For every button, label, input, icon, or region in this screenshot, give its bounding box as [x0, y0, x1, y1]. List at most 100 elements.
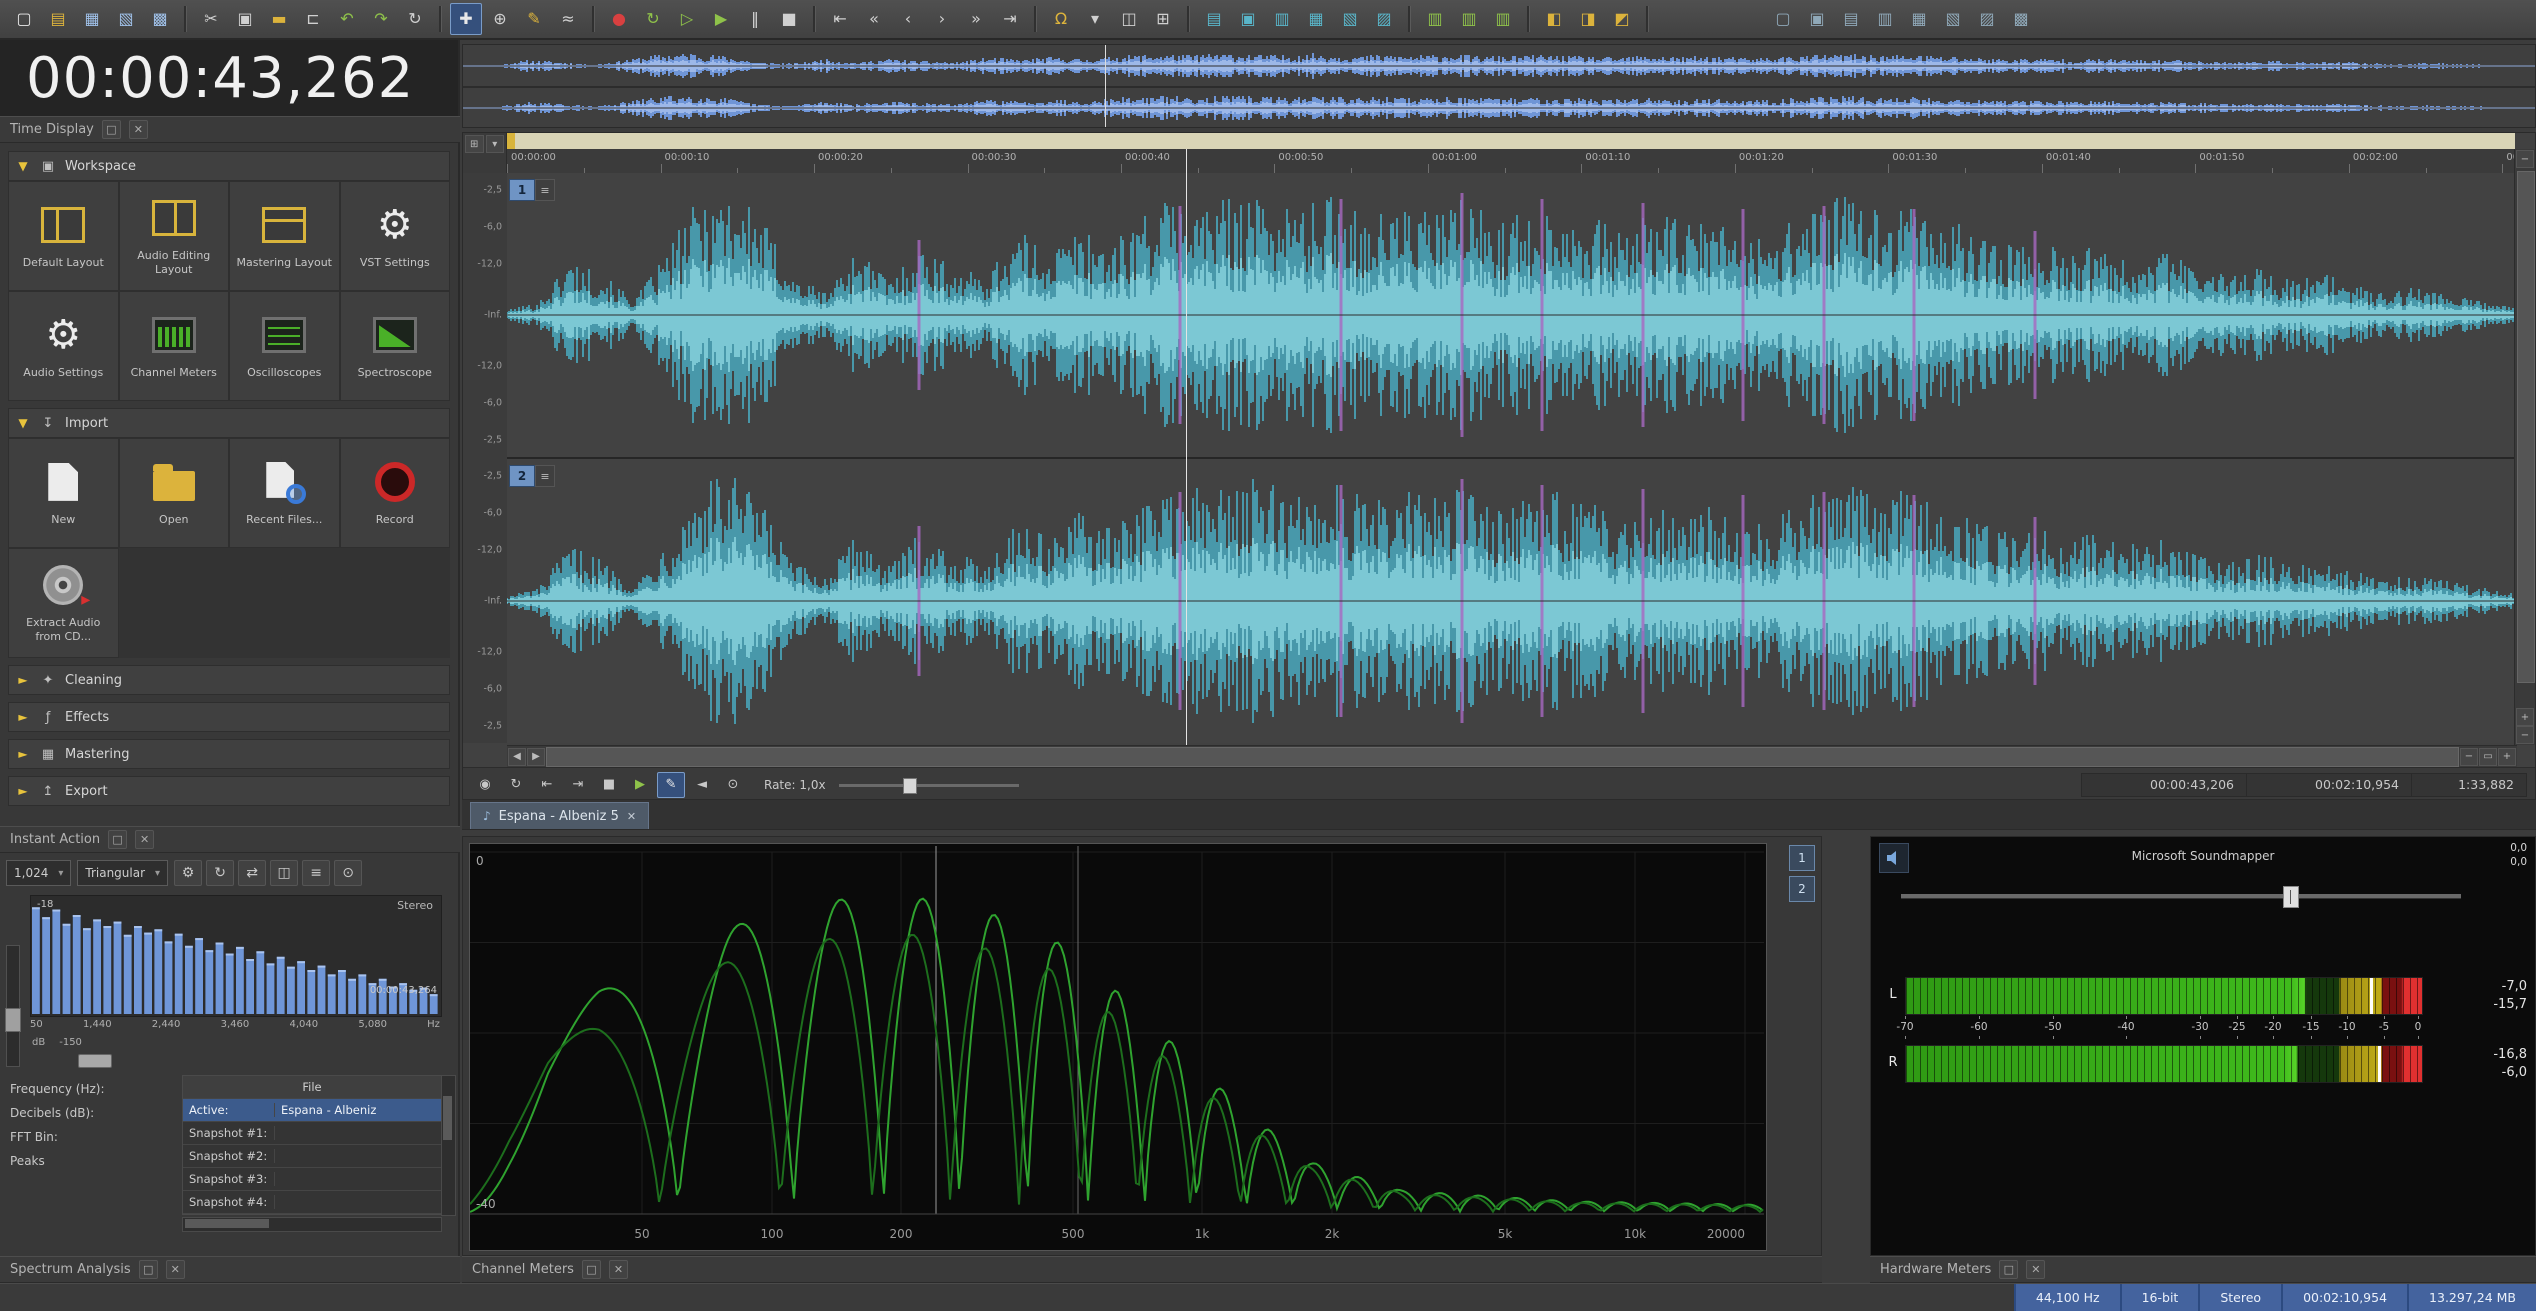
action-oscilloscopes[interactable]: Oscilloscopes	[229, 291, 340, 401]
hardware-meters-toggle-icon[interactable]: ▥	[1487, 3, 1519, 35]
table-row[interactable]: Snapshot #1:	[183, 1122, 441, 1145]
undo-icon[interactable]: ↶	[331, 3, 363, 35]
explorer-window-icon[interactable]: ▨	[1368, 3, 1400, 35]
float-panel-icon[interactable]: □	[101, 120, 121, 139]
play-all-icon[interactable]: ▷	[671, 3, 703, 35]
magnify-tool-icon[interactable]: ⊕	[484, 3, 516, 35]
action-extract-audio-from-cd-[interactable]: Extract Audio from CD...	[8, 548, 119, 658]
loop-region-bar[interactable]	[507, 133, 2515, 150]
section-header-effects[interactable]: ► ƒ Effects	[8, 702, 450, 732]
ruler-options-icon[interactable]: ⊞	[465, 135, 484, 153]
trim-icon[interactable]: ⊏	[297, 3, 329, 35]
time-display-window-icon[interactable]: ◧	[1538, 3, 1570, 35]
horizontal-scroll-thumb[interactable]	[546, 746, 2459, 767]
transport-monitor-icon[interactable]: ◄	[688, 772, 716, 798]
step-back-icon[interactable]: ‹	[892, 3, 924, 35]
table-row[interactable]: Snapshot #4:	[183, 1191, 441, 1214]
scrollbar-thumb[interactable]	[443, 1096, 452, 1140]
envelope-tool-icon[interactable]: ≈	[552, 3, 584, 35]
snapshot-table-scrollbar[interactable]	[441, 1075, 456, 1216]
record-icon[interactable]: ●	[603, 3, 635, 35]
spectrum-window-icon[interactable]: ◩	[1606, 3, 1638, 35]
zoom-window-icon[interactable]: ▭	[2479, 747, 2497, 766]
transport-go-to-end-icon[interactable]: ⇥	[564, 772, 592, 798]
dock-window-1-icon[interactable]: ▢	[1767, 3, 1799, 35]
go-to-end-icon[interactable]: ⇥	[994, 3, 1026, 35]
close-panel-icon[interactable]: ✕	[128, 120, 148, 139]
dock-window-4-icon[interactable]: ▥	[1869, 3, 1901, 35]
table-row[interactable]: Snapshot #3:	[183, 1168, 441, 1191]
close-panel-icon[interactable]: ✕	[2026, 1260, 2046, 1279]
record-meters-icon[interactable]: ▥	[1453, 3, 1485, 35]
pause-icon[interactable]: ‖	[739, 3, 771, 35]
expand-arrow-icon[interactable]: ►	[15, 747, 31, 761]
channel-2-waveform[interactable]: 2 ≡	[507, 459, 2517, 743]
menu-icon[interactable]: ≡	[302, 860, 331, 886]
snapshot-table-hscrollbar[interactable]	[182, 1217, 442, 1232]
spectrum-vertical-slider[interactable]	[5, 945, 21, 1067]
go-to-start-icon[interactable]: ⇤	[824, 3, 856, 35]
transport-record-icon[interactable]: ◉	[471, 772, 499, 798]
time-display-panel-tab[interactable]: Time Display □ ✕	[0, 116, 460, 143]
hold-icon[interactable]: ⊙	[334, 860, 363, 886]
close-panel-icon[interactable]: ✕	[135, 830, 155, 849]
collapse-arrow-icon[interactable]: ▼	[15, 416, 31, 430]
float-panel-icon[interactable]: □	[581, 1260, 601, 1279]
copy-icon[interactable]: ▣	[229, 3, 261, 35]
float-panel-icon[interactable]: □	[108, 830, 128, 849]
save-all-icon[interactable]: ▩	[144, 3, 176, 35]
transport-stop-icon[interactable]: ■	[595, 772, 623, 798]
instant-action-panel-tab[interactable]: Instant Action □ ✕	[0, 826, 460, 853]
section-header-cleaning[interactable]: ► ✦ Cleaning	[8, 665, 450, 695]
video-window-icon[interactable]: ▣	[1232, 3, 1264, 35]
document-tab[interactable]: ♪ Espana - Albeniz 5 ✕	[470, 802, 650, 829]
dock-window-7-icon[interactable]: ▨	[1971, 3, 2003, 35]
action-spectroscope[interactable]: Spectroscope	[339, 291, 450, 401]
edit-tool-icon[interactable]: ✚	[450, 3, 482, 35]
volume-slider-handle[interactable]	[2283, 886, 2299, 908]
transport-go-to-start-icon[interactable]: ⇤	[533, 772, 561, 798]
fft-size-select[interactable]: 1,024 ▾	[6, 860, 72, 886]
cut-icon[interactable]: ✂	[195, 3, 227, 35]
action-default-layout[interactable]: Default Layout	[8, 181, 119, 291]
dock-window-2-icon[interactable]: ▣	[1801, 3, 1833, 35]
mixer-window-icon[interactable]: ▤	[1198, 3, 1230, 35]
drop-marker-icon[interactable]: ▾	[1079, 3, 1111, 35]
repeat-icon[interactable]: ↻	[399, 3, 431, 35]
overview-waveform[interactable]	[462, 44, 2536, 128]
sync-icon[interactable]: ⇄	[238, 860, 267, 886]
rate-slider-handle[interactable]	[902, 777, 917, 794]
dock-window-6-icon[interactable]: ▧	[1937, 3, 1969, 35]
float-panel-icon[interactable]: □	[138, 1260, 158, 1279]
vertical-scrollbar[interactable]: − + −	[2514, 149, 2535, 745]
slider-handle[interactable]	[5, 1008, 21, 1032]
dock-window-8-icon[interactable]: ▩	[2005, 3, 2037, 35]
save-as-icon[interactable]: ▧	[110, 3, 142, 35]
vertical-scroll-thumb[interactable]	[2517, 171, 2535, 683]
slider-handle[interactable]	[78, 1054, 112, 1068]
zoom-out-icon[interactable]: −	[2516, 726, 2534, 744]
float-panel-icon[interactable]: □	[1999, 1260, 2019, 1279]
scrollbar-thumb[interactable]	[185, 1219, 269, 1228]
spectrum-horizontal-slider[interactable]	[30, 1053, 440, 1068]
scroll-left-icon[interactable]: ◀	[508, 747, 526, 766]
new-file-icon[interactable]: ▢	[8, 3, 40, 35]
fast-forward-icon[interactable]: »	[960, 3, 992, 35]
channel-menu-icon[interactable]: ≡	[535, 465, 555, 487]
window-type-select[interactable]: Triangular ▾	[77, 860, 169, 886]
rewind-icon[interactable]: «	[858, 3, 890, 35]
action-vst-settings[interactable]: ⚙ VST Settings	[339, 181, 450, 291]
close-tab-icon[interactable]: ✕	[627, 810, 636, 823]
table-row[interactable]: Snapshot #2:	[183, 1145, 441, 1168]
channel-meters-panel-tab[interactable]: Channel Meters □ ✕	[462, 1256, 1822, 1283]
save-icon[interactable]: ▦	[76, 3, 108, 35]
refresh-icon[interactable]: ↻	[206, 860, 235, 886]
channel-2-number-badge[interactable]: 2	[509, 465, 535, 487]
loop-playback-icon[interactable]: ↻	[637, 3, 669, 35]
level-ruler[interactable]: -2,5 -6,0 -12,0 -Inf. -12,0 -6,0 -2,5 -2,5 -6,0 -…	[463, 173, 508, 743]
output-volume-slider[interactable]	[1901, 885, 2461, 908]
action-audio-settings[interactable]: ⚙ Audio Settings	[8, 291, 119, 401]
transport-scrub-icon[interactable]: ✎	[657, 771, 685, 798]
step-forward-icon[interactable]: ›	[926, 3, 958, 35]
paste-icon[interactable]: ▬	[263, 3, 295, 35]
